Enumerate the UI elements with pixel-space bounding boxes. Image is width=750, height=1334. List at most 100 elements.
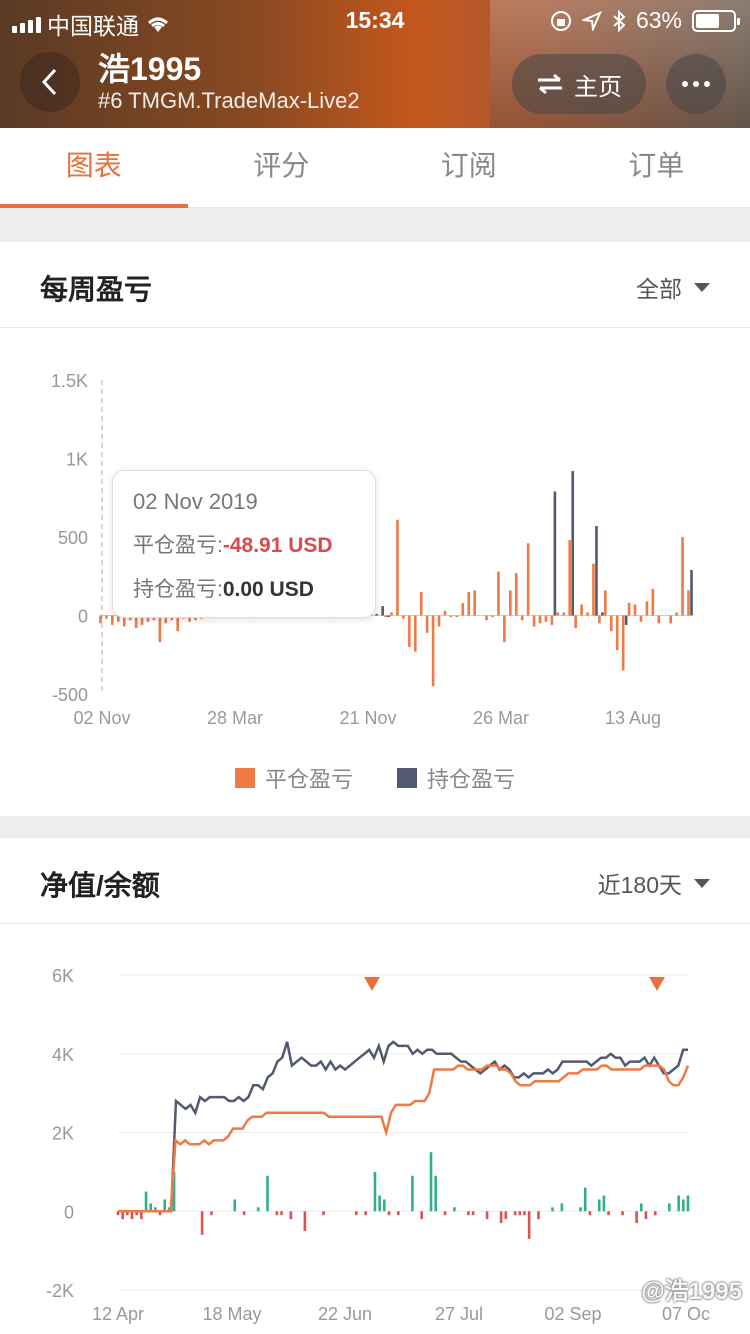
closed-pnl-bar (455, 615, 459, 618)
pnl-bar (583, 1187, 587, 1212)
y-tick-label: 4K (52, 1045, 74, 1065)
legend-label-open: 持仓盈亏 (427, 767, 516, 792)
closed-pnl-bar (544, 615, 548, 622)
closed-pnl-bar (419, 591, 423, 616)
y-tick-label: 1K (66, 450, 88, 470)
tab-chart[interactable]: 图表 (0, 128, 188, 208)
closed-pnl-bar (449, 615, 453, 618)
pnl-bar (639, 1203, 643, 1212)
closed-pnl-bar (651, 588, 655, 616)
closed-pnl-bar (538, 615, 542, 624)
equity-header: 净值/余额 近180天 (0, 838, 750, 924)
legend-swatch-closed (234, 768, 255, 788)
swap-icon (538, 73, 562, 95)
closed-pnl-bar (413, 615, 417, 652)
closed-pnl-bar (390, 612, 393, 616)
home-button[interactable]: 主页 (512, 54, 646, 114)
event-marker-triangle (649, 977, 665, 991)
y-tick-label: 2K (52, 1124, 74, 1144)
pnl-bar (602, 1195, 606, 1212)
closed-pnl-bar (568, 540, 572, 616)
pnl-bar (163, 1199, 167, 1212)
y-tick-label: 0 (64, 1202, 74, 1222)
closed-pnl-bar (532, 615, 536, 627)
more-dots-icon (682, 81, 688, 87)
chart-tooltip: 02 Nov 2019 平仓盈亏:-48.91 USD 持仓盈亏:0.00 US… (112, 470, 376, 618)
x-tick-label: 02 Sep (544, 1304, 601, 1324)
closed-pnl-bar (669, 615, 672, 624)
tooltip-closed-label: 平仓盈亏: (133, 534, 223, 557)
legend-item-open[interactable]: 持仓盈亏 (397, 762, 515, 794)
pnl-bar (551, 1207, 554, 1212)
closed-pnl-bar (592, 563, 595, 616)
pnl-bar (256, 1207, 260, 1212)
pnl-bar (635, 1211, 638, 1224)
closed-pnl-bar (580, 604, 583, 616)
weekly-pnl-title: 每周盈亏 (40, 274, 153, 305)
closed-pnl-bar (657, 615, 661, 624)
back-button[interactable] (20, 52, 80, 112)
closed-pnl-bar (681, 537, 684, 616)
pnl-bar (597, 1199, 601, 1212)
tab-subscribe[interactable]: 订阅 (375, 128, 563, 207)
y-tick-label: -2K (46, 1281, 74, 1301)
closed-pnl-bar (99, 615, 102, 624)
closed-pnl-bar (609, 615, 613, 632)
pnl-bar (588, 1211, 592, 1216)
pnl-bar (411, 1175, 414, 1212)
pnl-bar (686, 1195, 690, 1212)
pnl-bar (266, 1175, 269, 1212)
more-options-button[interactable] (666, 54, 726, 114)
x-tick-label: 07 Oc (662, 1304, 710, 1324)
equity-line (118, 1040, 688, 1213)
tooltip-closed-row: 平仓盈亏:-48.91 USD (133, 529, 355, 559)
pnl-bar (453, 1207, 456, 1212)
closed-pnl-bar (467, 591, 471, 616)
closed-pnl-bar (615, 615, 619, 651)
legend-label-closed: 平仓盈亏 (264, 767, 353, 792)
tooltip-open-value: 0.00 USD (222, 578, 314, 601)
profile-header: 中国联通 15:34 63% 浩1995 #6 TMGM.TradeMax-Li… (0, 0, 750, 128)
weekly-pnl-filter-dropdown[interactable]: 全部 (636, 270, 710, 304)
closed-pnl-bar (687, 590, 690, 616)
pnl-bar (373, 1171, 377, 1212)
closed-pnl-bar (675, 612, 678, 616)
pnl-bar (233, 1199, 237, 1212)
x-tick-label: 22 Jun (318, 1304, 372, 1324)
pnl-bar (322, 1211, 325, 1216)
weekly-pnl-header: 每周盈亏 全部 (0, 242, 750, 328)
equity-chart[interactable]: 6K 4K 2K 0 -2K 12 Apr 18 May 22 Jun 27 Jul 02 Sep… (0, 960, 750, 1334)
tab-orders[interactable]: 订单 (563, 128, 750, 207)
pnl-bar (200, 1211, 204, 1235)
closed-pnl-bar (111, 615, 114, 625)
pnl-bar (527, 1211, 531, 1239)
open-pnl-bar (595, 526, 598, 616)
equity-period-dropdown[interactable]: 近180天 (598, 866, 710, 900)
closed-pnl-bar (408, 615, 411, 647)
pnl-bar (280, 1211, 283, 1216)
open-pnl-bar (571, 471, 575, 616)
x-tick-label: 12 Apr (92, 1304, 144, 1324)
tooltip-closed-value: -48.91 USD (222, 534, 333, 557)
equity-period-value: 近180天 (597, 872, 682, 898)
pnl-bar (303, 1211, 307, 1231)
closed-pnl-bar (384, 615, 387, 618)
pnl-bar (653, 1211, 657, 1216)
closed-pnl-bar (485, 615, 488, 621)
closed-pnl-bar (443, 610, 447, 616)
tab-bar: 图表 评分 订阅 订单 (0, 128, 750, 208)
tab-rating[interactable]: 评分 (188, 128, 376, 207)
tooltip-date: 02 Nov 2019 (133, 489, 258, 514)
event-marker-triangle (364, 977, 380, 991)
closed-pnl-bar (402, 615, 405, 619)
open-pnl-bar (601, 612, 604, 616)
legend-item-closed[interactable]: 平仓盈亏 (234, 762, 353, 794)
pnl-bar (354, 1211, 358, 1216)
closed-pnl-bar (473, 590, 476, 616)
pnl-bar (383, 1199, 386, 1212)
pnl-bar (499, 1211, 503, 1224)
location-icon (581, 10, 602, 31)
open-pnl-bar (624, 615, 628, 625)
pnl-bar (387, 1211, 391, 1216)
caret-down-icon (694, 282, 710, 292)
